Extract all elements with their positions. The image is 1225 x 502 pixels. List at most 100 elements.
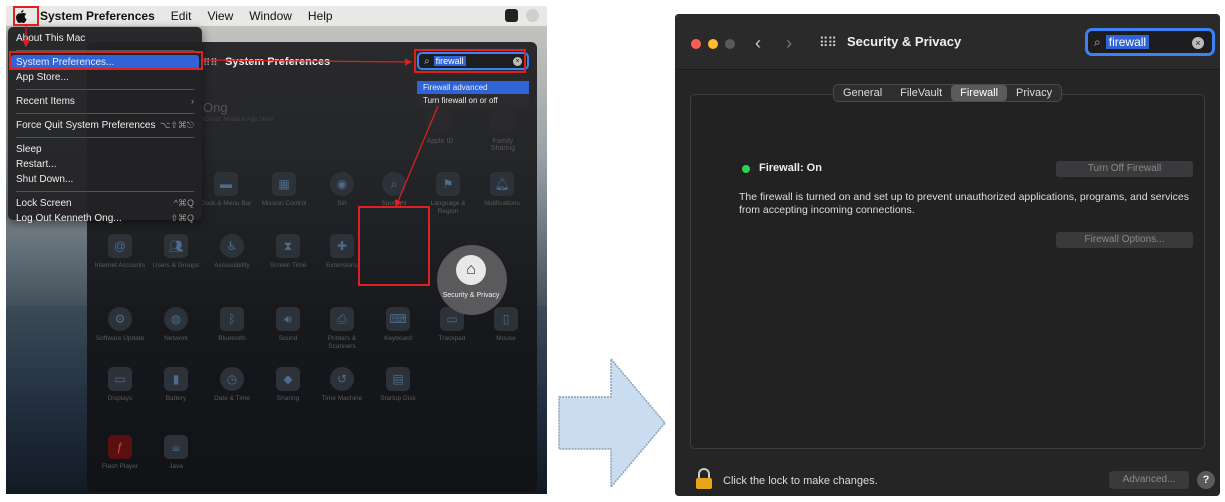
- menu-item-label: Sleep: [16, 144, 42, 155]
- pref-users-groups[interactable]: 👥︎ Users & Groups: [149, 234, 203, 270]
- tab-content-panel: Firewall: On Turn Off Firewall The firew…: [690, 94, 1205, 449]
- minimize-window-button[interactable]: [708, 39, 718, 49]
- pref-software-update[interactable]: ⚙ Software Update: [93, 307, 147, 343]
- search-result-firewall-advanced[interactable]: Firewall advanced: [417, 81, 529, 94]
- pref-security-privacy[interactable]: ⌂ Security & Privacy: [439, 255, 503, 300]
- menu-item-shut-down[interactable]: Shut Down...: [8, 172, 202, 187]
- menu-item-label: Force Quit System Preferences: [16, 120, 156, 131]
- hourglass-icon: ⧗: [276, 234, 300, 258]
- pref-label: Flash Player: [101, 463, 139, 470]
- pref-notifications[interactable]: 🔔︎ Notifications: [475, 172, 529, 208]
- search-results-dropdown: Firewall advanced Turn firewall on or of…: [417, 81, 529, 107]
- pref-startup-disk[interactable]: ▤ Startup Disk: [371, 367, 425, 403]
- window-title: Security & Privacy: [847, 34, 962, 49]
- highlight-apple-menu: [13, 6, 39, 26]
- menu-item-label: About This Mac: [16, 33, 86, 44]
- menu-bar-status: [505, 9, 539, 22]
- search-result-turn-firewall[interactable]: Turn firewall on or off: [417, 94, 529, 107]
- menu-item-app-store[interactable]: App Store...: [8, 70, 202, 85]
- turn-off-firewall-button[interactable]: Turn Off Firewall: [1056, 161, 1193, 177]
- pref-time-machine[interactable]: ↺ Time Machine: [315, 367, 369, 403]
- lock-hint-text: Click the lock to make changes.: [723, 475, 878, 487]
- menu-item-sleep[interactable]: Sleep: [8, 142, 202, 157]
- pref-siri[interactable]: ◉ Siri: [315, 172, 369, 208]
- house-lock-icon: ⌂: [456, 255, 486, 285]
- pref-screen-time[interactable]: ⧗ Screen Time: [261, 234, 315, 270]
- tab-general[interactable]: General: [834, 85, 891, 101]
- zoom-window-button[interactable]: [725, 39, 735, 49]
- menu-edit[interactable]: Edit: [163, 9, 200, 23]
- users-icon: 👥︎: [164, 234, 188, 258]
- apple-id-icon: [426, 106, 454, 134]
- pref-accessibility[interactable]: ♿︎ Accessibility: [205, 234, 259, 270]
- pref-apple-id[interactable]: Apple ID: [417, 106, 463, 145]
- menu-item-restart[interactable]: Restart...: [8, 157, 202, 172]
- search-field[interactable]: ⌕ firewall ×: [1085, 28, 1215, 56]
- pref-battery[interactable]: ▮ Battery: [149, 367, 203, 403]
- menu-item-label: Recent Items: [16, 96, 75, 107]
- advanced-button[interactable]: Advanced...: [1109, 471, 1189, 489]
- tab-privacy[interactable]: Privacy: [1007, 85, 1061, 101]
- transition-arrow-icon: [558, 356, 666, 490]
- siri-icon[interactable]: [526, 9, 539, 22]
- menu-window[interactable]: Window: [241, 9, 300, 23]
- lock-icon[interactable]: [695, 468, 713, 490]
- user-subtitle: iCloud, Media & App Store: [203, 117, 274, 123]
- globe-icon: ◍: [164, 307, 188, 331]
- pref-displays[interactable]: ▭ Displays: [93, 367, 147, 403]
- camera-icon[interactable]: [505, 9, 518, 22]
- pref-date-time[interactable]: ◷ Date & Time: [205, 367, 259, 403]
- firewall-options-button[interactable]: Firewall Options...: [1056, 232, 1193, 248]
- menu-item-about[interactable]: About This Mac: [8, 31, 202, 46]
- pref-label: Startup Disk: [380, 395, 416, 402]
- pref-sharing[interactable]: ◆ Sharing: [261, 367, 315, 403]
- pref-label: Family Sharing: [490, 138, 516, 152]
- pref-family-sharing[interactable]: Family Sharing: [480, 106, 526, 152]
- pref-label: Mission Control: [261, 200, 307, 207]
- tab-firewall[interactable]: Firewall: [951, 85, 1008, 101]
- pref-spotlight[interactable]: ⌕ Spotlight: [367, 172, 421, 208]
- clear-search-icon[interactable]: ×: [1192, 37, 1204, 49]
- menu-item-log-out[interactable]: Log Out Kenneth Ong... ⇧⌘Q: [8, 211, 202, 226]
- tab-filevault[interactable]: FileVault: [891, 85, 951, 101]
- grid-view-icon[interactable]: ⠿⠿: [203, 58, 218, 69]
- keyboard-icon: ⌨: [386, 307, 410, 331]
- menu-app-name[interactable]: System Preferences: [32, 9, 163, 23]
- pref-internet-accounts[interactable]: @ Internet Accounts: [93, 234, 147, 270]
- pref-sound[interactable]: 🔊︎ Sound: [261, 307, 315, 343]
- notifications-bell-icon: 🔔︎: [490, 172, 514, 196]
- menu-item-lock-screen[interactable]: Lock Screen ^⌘Q: [8, 196, 202, 211]
- pref-label: Screen Time: [269, 262, 307, 269]
- gear-icon: ⚙: [108, 307, 132, 331]
- time-machine-icon: ↺: [330, 367, 354, 391]
- back-chevron-icon[interactable]: ‹: [755, 33, 761, 54]
- menu-item-recent-items[interactable]: Recent Items ›: [8, 94, 202, 109]
- help-button[interactable]: ?: [1197, 471, 1215, 489]
- status-on-dot: [742, 165, 750, 173]
- menu-item-force-quit[interactable]: Force Quit System Preferences ⌥⇧⌘⎋: [8, 118, 202, 133]
- menu-view[interactable]: View: [199, 9, 241, 23]
- pref-label: Internet Accounts: [94, 262, 146, 269]
- search-input[interactable]: firewall: [1105, 35, 1150, 49]
- pref-network[interactable]: ◍ Network: [149, 307, 203, 343]
- pref-flash-player[interactable]: ƒ Flash Player: [93, 435, 147, 471]
- pref-keyboard[interactable]: ⌨ Keyboard: [371, 307, 425, 343]
- pref-printers[interactable]: ⎙ Printers & Scanners: [315, 307, 369, 351]
- menu-shortcut: ^⌘Q: [173, 198, 194, 208]
- speaker-icon: 🔊︎: [276, 307, 300, 331]
- disk-icon: ▤: [386, 367, 410, 391]
- pref-mouse[interactable]: ▯ Mouse: [479, 307, 533, 343]
- close-window-button[interactable]: [691, 39, 701, 49]
- menu-help[interactable]: Help: [300, 9, 341, 23]
- family-sharing-icon: [489, 106, 517, 134]
- submenu-arrow-icon: ›: [191, 96, 194, 106]
- pref-java[interactable]: ☕︎ Java: [149, 435, 203, 471]
- pref-dock[interactable]: ▬ Dock & Menu Bar: [199, 172, 253, 208]
- pref-bluetooth[interactable]: ᛒ Bluetooth: [205, 307, 259, 343]
- pref-label: Language & Region: [430, 200, 466, 215]
- grid-view-icon[interactable]: ⠿⠿: [819, 35, 837, 51]
- forward-chevron-icon[interactable]: ›: [786, 33, 792, 54]
- pref-mission-control[interactable]: ▦ Mission Control: [257, 172, 311, 208]
- pref-label: Displays: [107, 395, 133, 402]
- window-titlebar: ‹ › ⠿⠿ Security & Privacy ⌕ firewall ×: [675, 14, 1220, 70]
